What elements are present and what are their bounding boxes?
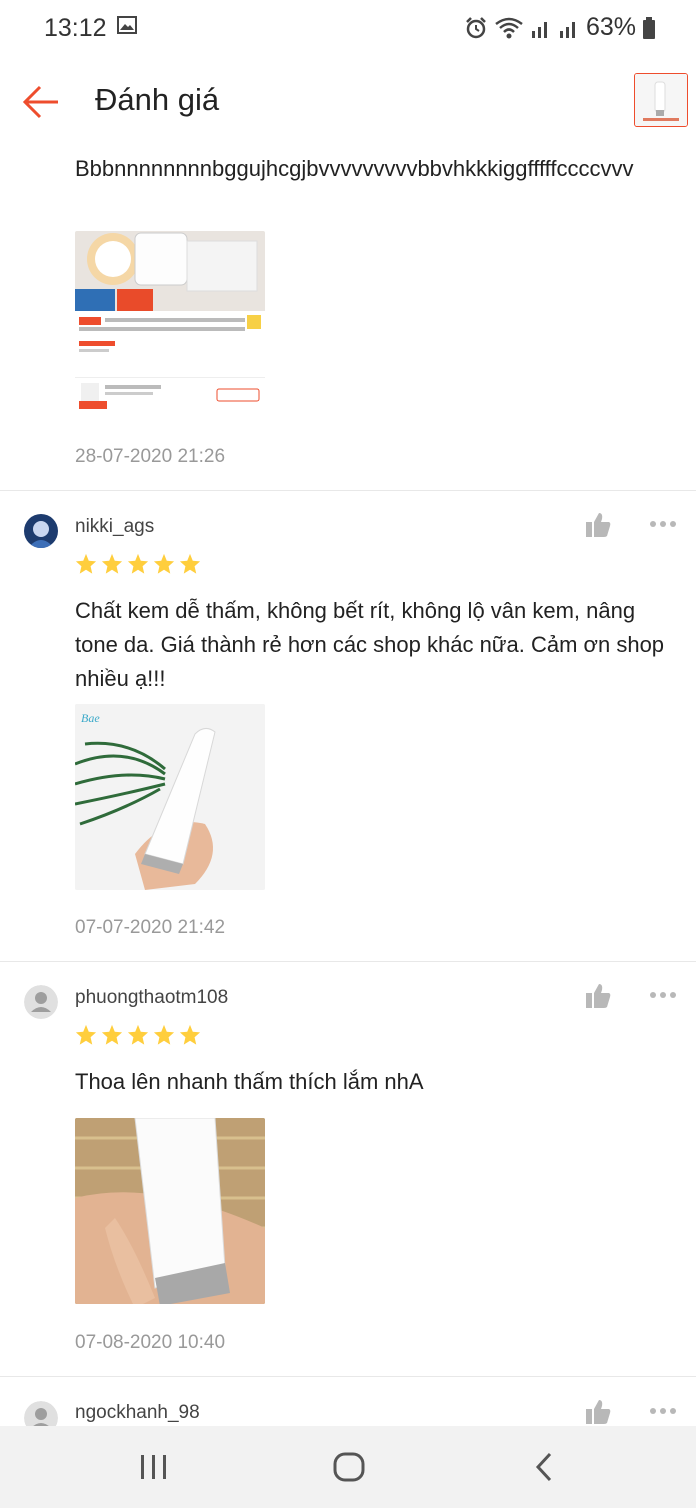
review-text: Bbbnnnnnnnnbggujhcgjbvvvvvvvvvbbvhkkkigg… — [75, 156, 634, 181]
back-icon[interactable] — [532, 1451, 556, 1483]
avatar-image — [24, 514, 58, 548]
rating-stars — [75, 553, 201, 575]
wifi-icon — [495, 17, 523, 38]
review-timestamp: 28-07-2020 21:26 — [75, 446, 226, 467]
review-username[interactable]: ngockhanh_98 — [75, 1402, 200, 1424]
divider — [0, 961, 696, 962]
divider — [0, 1376, 696, 1377]
thumbs-up-icon[interactable] — [584, 511, 612, 539]
signal-2-icon — [559, 21, 575, 38]
star-icon — [179, 1024, 201, 1045]
review-text: Thoa lên nhanh thấm thích lắm nhA — [75, 1069, 424, 1094]
alarm-icon — [466, 16, 486, 38]
product-thumbnail[interactable] — [634, 73, 688, 127]
back-button[interactable] — [20, 82, 64, 122]
rating-stars — [75, 1024, 201, 1046]
star-icon — [127, 553, 149, 574]
page-title: Đánh giá — [95, 82, 220, 117]
star-icon — [179, 553, 201, 574]
review-photo[interactable] — [75, 231, 265, 417]
review-photo-image — [75, 231, 265, 409]
system-nav-bar — [0, 1426, 696, 1508]
recent-apps-icon[interactable] — [138, 1453, 170, 1481]
thumbs-up-icon[interactable] — [584, 1398, 612, 1426]
review-text: Chất kem dễ thấm, không bết rít, không l… — [75, 598, 665, 691]
review-timestamp: 07-07-2020 21:42 — [75, 917, 226, 938]
product-thumbnail-image — [635, 74, 687, 126]
more-dots-icon[interactable] — [648, 1406, 678, 1416]
star-icon — [153, 1024, 175, 1045]
star-icon — [153, 553, 175, 574]
star-icon — [75, 1024, 97, 1045]
battery-icon — [643, 16, 655, 39]
avatar[interactable] — [24, 985, 58, 1019]
star-icon — [101, 553, 123, 574]
review-photo-image: Bae — [75, 704, 265, 890]
star-icon — [101, 1024, 123, 1045]
review-photo-image — [75, 1118, 265, 1304]
signal-icon — [531, 21, 547, 38]
star-icon — [127, 1024, 149, 1045]
review-photo[interactable] — [75, 1118, 265, 1304]
app-header: Đánh giá — [0, 56, 696, 148]
status-icons: 63% — [464, 13, 656, 42]
more-dots-icon[interactable] — [648, 519, 678, 529]
review-username[interactable]: phuongthaotm108 — [75, 987, 228, 1009]
default-avatar-icon — [24, 985, 58, 1019]
more-dots-icon[interactable] — [648, 990, 678, 1000]
thumbs-up-icon[interactable] — [584, 982, 612, 1010]
battery-percent: 63% — [585, 13, 636, 41]
gallery-icon — [117, 16, 137, 34]
photo-watermark: Bae — [81, 711, 100, 725]
status-time: 13:12 — [44, 14, 107, 42]
avatar[interactable] — [24, 514, 58, 548]
review-photo[interactable]: Bae — [75, 704, 265, 890]
home-icon[interactable] — [332, 1451, 366, 1483]
star-icon — [75, 553, 97, 574]
review-timestamp: 07-08-2020 10:40 — [75, 1332, 226, 1353]
divider — [0, 490, 696, 491]
review-username[interactable]: nikki_ags — [75, 516, 154, 538]
status-bar: 13:12 63% — [0, 0, 696, 56]
